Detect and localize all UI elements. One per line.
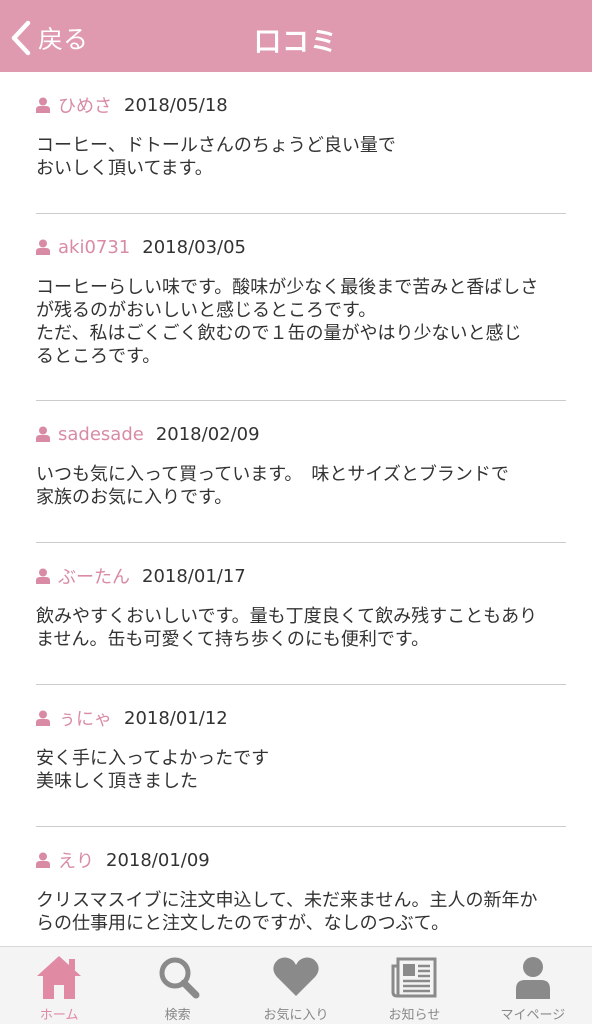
home-icon [37, 956, 82, 999]
review-author[interactable]: aki0731 [58, 237, 130, 258]
review-header: ぶーたん 2018/01/17 [36, 563, 246, 589]
review-text: コーヒー、ドトールさんのちょうど良い量で おいしく頂いてます。 [36, 135, 396, 179]
user-icon [36, 239, 50, 255]
heart-icon [273, 957, 319, 996]
review-date: 2018/03/05 [142, 236, 247, 258]
tab-home[interactable]: ホーム [0, 947, 118, 1024]
review-item: えり 2018/01/09 クリスマスイブに注文申込して、未だ来ません。主人の新… [36, 827, 566, 946]
review-date: 2018/02/09 [155, 423, 260, 445]
review-item: ぅにゃ 2018/01/12 安く手に入ってよかったです 美味しく頂きました [36, 685, 566, 827]
review-header: ぅにゃ 2018/01/12 [36, 705, 228, 731]
search-icon [159, 957, 200, 999]
tab-news[interactable]: お知らせ [355, 947, 473, 1024]
tab-label: 検索 [164, 1008, 191, 1023]
user-icon [36, 426, 50, 442]
review-date: 2018/01/17 [142, 565, 246, 587]
review-text: 安く手に入ってよかったです 美味しく頂きました [36, 748, 270, 792]
review-author[interactable]: ひめさ [58, 92, 112, 118]
tab-label: お気に入り [263, 1008, 329, 1023]
user-icon [36, 568, 50, 584]
user-icon [36, 852, 50, 868]
review-date: 2018/01/09 [106, 849, 210, 871]
newspaper-icon [391, 957, 437, 998]
tab-label: マイページ [500, 1008, 566, 1023]
review-author[interactable]: えり [58, 847, 94, 873]
page-title: 口コミ [254, 27, 338, 58]
tab-favorites[interactable]: お気に入り [237, 947, 355, 1024]
tab-label: ホーム [39, 1008, 79, 1023]
review-item: ぶーたん 2018/01/17 飲みやすくおいしいです。量も丁度良くて飲み残すこ… [36, 543, 566, 685]
tab-bar: ホーム 検索 お気に入り お知らせ マイページ [0, 946, 592, 1024]
app: 戻る 口コミ ひめさ 2018/05/18 コーヒー、ドトールさんのちょうど良い… [0, 0, 592, 1024]
review-item: ひめさ 2018/05/18 コーヒー、ドトールさんのちょうど良い量で おいしく… [36, 72, 566, 214]
review-header: ひめさ 2018/05/18 [36, 92, 228, 118]
review-author[interactable]: ぅにゃ [58, 705, 112, 731]
review-text: いつも気に入って買っています。 味とサイズとブランドで 家族のお気に入りです。 [36, 464, 509, 508]
tab-label: お知らせ [388, 1008, 441, 1023]
user-icon [36, 97, 50, 113]
review-item: aki0731 2018/03/05 コーヒーらしい味です。酸味が少なく最後まで… [36, 214, 566, 401]
tab-mypage[interactable]: マイページ [474, 947, 592, 1024]
review-header: えり 2018/01/09 [36, 847, 210, 873]
person-icon [515, 957, 550, 999]
review-header: aki0731 2018/03/05 [36, 234, 246, 260]
review-list[interactable]: ひめさ 2018/05/18 コーヒー、ドトールさんのちょうど良い量で おいしく… [0, 72, 592, 946]
review-header: sadesade 2018/02/09 [36, 421, 260, 447]
review-text: 飲みやすくおいしいです。量も丁度良くて飲み残すこともあり ません。缶も可愛くて持… [36, 606, 538, 650]
review-author[interactable]: ぶーたん [58, 563, 130, 589]
review-item: sadesade 2018/02/09 いつも気に入って買っています。 味とサイ… [36, 401, 566, 543]
review-text: コーヒーらしい味です。酸味が少なく最後まで苦みと香ばしさ が残るのがおいしいと感… [36, 277, 539, 367]
review-text: クリスマスイブに注文申込して、未だ来ません。主人の新年か らの仕事用にと注文した… [36, 890, 538, 934]
review-author[interactable]: sadesade [58, 424, 144, 445]
review-date: 2018/01/12 [124, 707, 228, 729]
user-icon [36, 710, 50, 726]
tab-search[interactable]: 検索 [118, 947, 236, 1024]
review-date: 2018/05/18 [124, 94, 228, 116]
header-bar: 戻る 口コミ [0, 0, 592, 72]
